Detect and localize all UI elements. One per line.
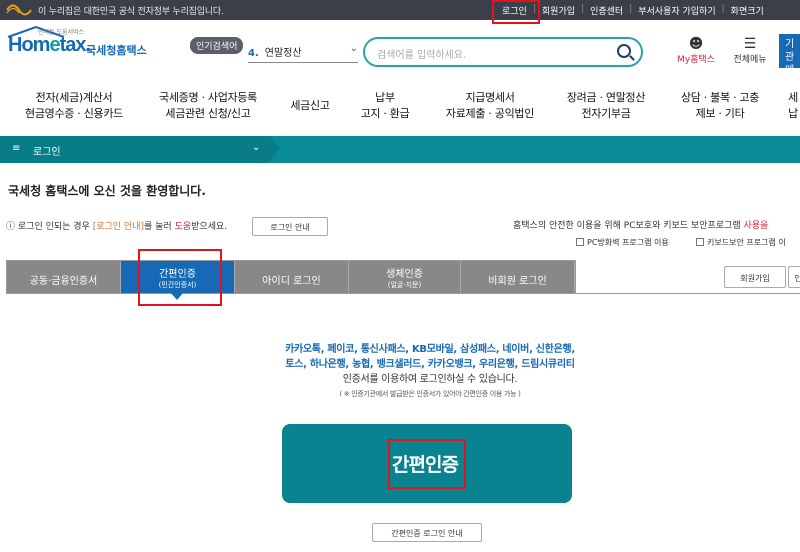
highlight-simple-auth-tab xyxy=(138,249,222,306)
agency-button-line2: 메 xyxy=(785,65,795,76)
pc-firewall-checkbox[interactable]: PC방화벽 프로그램 이용 xyxy=(576,237,669,248)
gnb-item-more[interactable]: 세납 xyxy=(786,90,800,122)
chevron-down-icon: ⌄ xyxy=(349,43,358,54)
login-tabs: 공동·금융인증서 간편인증 (민간인증서) 아이디 로그인 생체인증 (얼굴·지문)… xyxy=(6,260,576,294)
gov-banner-text: 이 누리집은 대한민국 공식 전자정부 누리집입니다. xyxy=(38,7,224,17)
all-menu-button[interactable]: ☰ 전체메뉴 xyxy=(728,36,772,65)
tab-biometric[interactable]: 생체인증 (얼굴·지문) xyxy=(349,261,461,294)
highlight-simple-auth-button xyxy=(388,439,466,489)
popular-keyword-select[interactable]: 4. 연말정산 ⌄ xyxy=(248,41,358,63)
hamburger-icon: ☰ xyxy=(743,36,757,52)
top-link-join[interactable]: 회원가입 xyxy=(536,4,581,17)
user-icon: ☻ xyxy=(688,36,704,52)
gnb-item-incentive[interactable]: 장려금 · 연말정산 전자기부금 xyxy=(556,90,656,122)
gnb-item-certificates[interactable]: 국세증명 · 사업자등록 세금관련 신청/신고 xyxy=(148,90,268,122)
tab-underline xyxy=(6,293,800,294)
simple-auth-guide-button[interactable]: 간편인증 로그인 안내 xyxy=(372,523,482,542)
gov-banner: 이 누리집은 대한민국 공식 전자정부 누리집입니다. 로그인 | 회원가입 | 인… xyxy=(0,0,800,20)
security-notice: 홈택스의 안전한 이용을 위해 PC보호와 키보드 보안프로그램 사용을 xyxy=(513,221,769,231)
site-header: 언제든 도움서비스 Hometax. 국세청홈택스 인기검색어 4. 연말정산 ⌄… xyxy=(0,20,800,86)
location-dropdown[interactable]: ≡ 로그인 ⌄ xyxy=(0,136,280,163)
gnb-item-e-invoice[interactable]: 전자(세금)계산서 현금영수증 · 신용카드 xyxy=(14,90,134,122)
site-name: 국세청홈택스 xyxy=(86,44,147,57)
keyword-rank: 4. xyxy=(248,48,259,59)
all-menu-label: 전체메뉴 xyxy=(733,55,767,65)
provider-note: ( ※ 인증기관에서 발급받은 인증서가 있어야 간편인증 이용 가능 ) xyxy=(339,390,521,398)
search-input[interactable]: 검색어를 입력하세요. xyxy=(363,37,643,67)
location-bar: ≡ 로그인 ⌄ xyxy=(0,136,800,163)
menu-icon: ≡ xyxy=(12,143,21,154)
gnb-item-tax-report[interactable]: 세금신고 xyxy=(280,98,340,114)
agency-button[interactable]: 기관 메 xyxy=(779,34,800,76)
top-link-dept-join[interactable]: 부서사용자 가입하기 xyxy=(632,4,721,17)
gnb-item-consulting[interactable]: 상담 · 불복 · 고충 제보 · 기타 xyxy=(666,90,774,122)
welcome-heading: 국세청 홈택스에 오신 것을 환영합니다. xyxy=(8,184,206,198)
top-link-cert-center[interactable]: 인증센터 xyxy=(584,4,629,17)
extra-button[interactable]: 인 xyxy=(788,266,800,288)
gnb-item-payment-statement[interactable]: 지급명세서 자료제출 · 공익법인 xyxy=(430,90,550,122)
tab-id-login[interactable]: 아이디 로그인 xyxy=(235,261,349,294)
search-icon[interactable] xyxy=(617,44,631,58)
search-placeholder: 검색어를 입력하세요. xyxy=(377,50,467,61)
provider-description: 인증서를 이용하여 로그인하실 수 있습니다. xyxy=(342,374,518,385)
my-hometax-button[interactable]: ☻ My홈택스 xyxy=(672,36,720,65)
global-nav: 전자(세금)계산서 현금영수증 · 신용카드 국세증명 · 사업자등록 세금관련 신… xyxy=(0,86,800,134)
tab-joint-certificate[interactable]: 공동·금융인증서 xyxy=(7,261,121,294)
info-icon: ⓘ xyxy=(6,222,16,232)
chevron-down-icon: ⌄ xyxy=(252,142,261,153)
keyword-text: 연말정산 xyxy=(264,48,302,59)
top-link-screen-size[interactable]: 화면크기 xyxy=(725,4,770,17)
login-guide-button[interactable]: 로그인 안내 xyxy=(252,217,328,236)
location-label: 로그인 xyxy=(33,147,61,158)
login-notice: ⓘ 로그인 인되는 경우 [로그인 안내]를 눌러 도움받으세요. xyxy=(6,222,228,232)
hometax-logo[interactable]: 언제든 도움서비스 Hometax. 국세청홈택스 xyxy=(7,26,147,57)
gnb-item-payment[interactable]: 납부 고지 · 환급 xyxy=(350,90,420,122)
provider-list-line2: 토스, 하나은행, 농협, 뱅크샐러드, 카카오뱅크, 우리은행, 드림시큐리티 xyxy=(285,359,575,370)
logo-slogan: 언제든 도움서비스 xyxy=(38,29,85,36)
gov-logo-icon xyxy=(6,4,32,16)
provider-list-line1: 카카오톡, 페이코, 통신사패스, KB모바일, 삼성패스, 네이버, 신한은행… xyxy=(285,344,575,355)
tab-guest-login[interactable]: 비회원 로그인 xyxy=(461,261,575,294)
popular-keyword-badge: 인기검색어 xyxy=(190,37,244,54)
join-button[interactable]: 회원가입 xyxy=(724,266,786,288)
provider-list: 카카오톡, 페이코, 통신사패스, KB모바일, 삼성패스, 네이버, 신한은행… xyxy=(200,342,660,402)
keyboard-security-checkbox[interactable]: 키보드보안 프로그램 이 xyxy=(696,237,786,248)
agency-button-line1: 기관 xyxy=(785,39,795,63)
my-hometax-label: My홈택스 xyxy=(677,55,715,65)
